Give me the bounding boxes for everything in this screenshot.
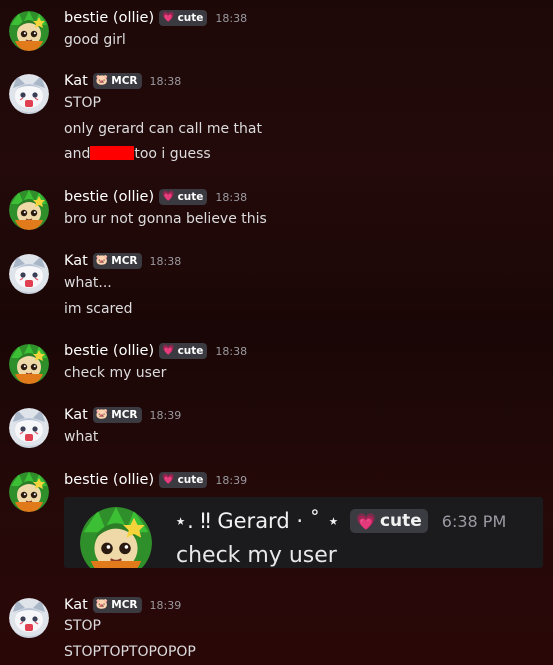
author-name[interactable]: bestie (ollie) [64,189,154,205]
skull-icon: 🐷 [95,255,109,266]
timestamp: 18:38 [215,190,248,204]
user-avatar-icon [9,344,49,384]
author-name[interactable]: Kat [64,73,88,89]
avatar[interactable] [9,472,49,512]
user-avatar-icon [9,254,49,294]
role-tag: 🐷 MCR [92,407,142,423]
message-text-part: and [64,146,91,162]
role-tag-label: MCR [111,599,138,611]
role-tag: 💗 cute [159,10,208,26]
user-avatar-icon [9,472,49,512]
timestamp: 18:38 [149,74,182,88]
message-text: check my user [176,543,337,568]
message-text: only gerard can call me that [64,121,262,137]
role-tag: 💗 cute [159,189,208,205]
role-tag: 🐷 MCR [92,253,142,269]
role-tag-label: MCR [111,409,138,421]
avatar[interactable] [9,11,49,51]
role-tag-label: cute [177,12,204,24]
role-tag: 💗 cute [159,343,208,359]
role-tag-label: cute [177,345,204,357]
author-name[interactable]: bestie (ollie) [64,10,154,26]
author-name[interactable]: Kat [64,597,88,613]
timestamp: 18:38 [215,11,248,25]
message-text: good girl [64,32,126,48]
user-avatar-icon [9,190,49,230]
role-tag: 💗 cute [350,509,428,533]
message-header: bestie (ollie) 💗 cute 18:39 [64,472,247,488]
author-name[interactable]: bestie (ollie) [64,343,154,359]
timestamp: 18:39 [149,598,182,612]
avatar[interactable] [9,190,49,230]
message-text: what [64,429,99,445]
user-avatar-icon [80,507,152,568]
user-avatar-icon [9,74,49,114]
heart-icon: 💗 [162,12,175,23]
role-tag-label: MCR [111,255,138,267]
role-tag: 🐷 MCR [92,73,142,89]
message-header: Kat 🐷 MCR 18:38 [64,73,181,89]
role-tag-label: cute [177,191,204,203]
role-tag-label: MCR [111,75,138,87]
timestamp: 18:39 [215,473,248,487]
heart-icon: 💗 [162,345,175,356]
avatar[interactable] [9,408,49,448]
avatar[interactable] [9,344,49,384]
message-text: bro ur not gonna believe this [64,211,267,227]
skull-icon: 🐷 [95,599,109,610]
heart-icon: 💗 [162,474,175,485]
avatar[interactable] [9,598,49,638]
author-name: ⋆. ‼ Gerard · ˚ ⋆ [174,509,341,533]
message-header: bestie (ollie) 💗 cute 18:38 [64,189,247,205]
message-header: bestie (ollie) 💗 cute 18:38 [64,10,247,26]
heart-icon: 💗 [356,511,376,531]
timestamp: 18:38 [215,344,248,358]
message-text: what... [64,275,112,291]
message-header: ⋆. ‼ Gerard · ˚ ⋆ 💗 cute 6:38 PM [174,509,506,533]
role-tag: 💗 cute [159,472,208,488]
message-text: and too i guess [64,146,211,162]
author-name[interactable]: Kat [64,253,88,269]
heart-icon: 💗 [162,191,175,202]
role-tag: 🐷 MCR [92,597,142,613]
role-tag-label: cute [379,511,422,531]
avatar[interactable] [9,74,49,114]
timestamp: 18:39 [149,408,182,422]
message-text: STOPTOPTOPOPOP [64,644,196,660]
skull-icon: 🐷 [95,409,109,420]
redaction-box [90,146,135,160]
timestamp: 18:38 [149,254,182,268]
user-avatar-icon [9,408,49,448]
message-header: Kat 🐷 MCR 18:38 [64,253,181,269]
author-name[interactable]: Kat [64,407,88,423]
avatar [80,507,152,568]
message-text: im scared [64,301,133,317]
message-header: Kat 🐷 MCR 18:39 [64,407,181,423]
author-name[interactable]: bestie (ollie) [64,472,154,488]
message-text: check my user [64,365,167,381]
image-attachment[interactable]: ⋆. ‼ Gerard · ˚ ⋆ 💗 cute 6:38 PM check my… [64,497,543,568]
skull-icon: 🐷 [95,75,109,86]
message-header: Kat 🐷 MCR 18:39 [64,597,181,613]
timestamp: 6:38 PM [441,511,507,531]
message-header: bestie (ollie) 💗 cute 18:38 [64,343,247,359]
message-text: STOP [64,618,101,634]
message-text-part: too i guess [134,146,211,162]
message-text: STOP [64,95,101,111]
user-avatar-icon [9,598,49,638]
avatar[interactable] [9,254,49,294]
user-avatar-icon [9,11,49,51]
role-tag-label: cute [177,474,204,486]
